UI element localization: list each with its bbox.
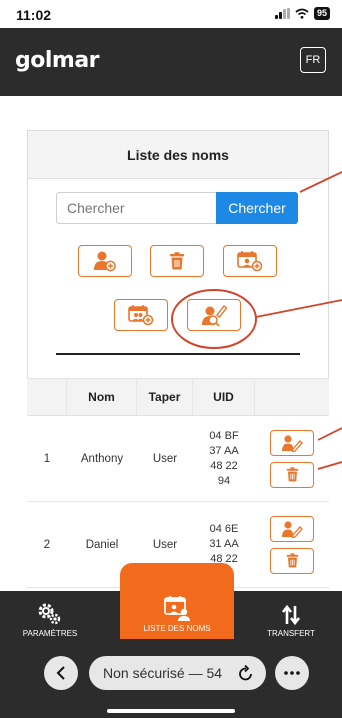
wifi-icon (295, 8, 309, 19)
reload-icon[interactable] (238, 664, 254, 682)
golmar-logo: golmar (15, 48, 100, 73)
col-header-type: Taper (137, 379, 193, 415)
col-header-name: Nom (67, 379, 137, 415)
edit-user-icon (282, 434, 303, 452)
row-name: Daniel (85, 538, 119, 551)
nav-label: PARAMÈTRES (22, 629, 78, 638)
battery-icon: 95 (313, 7, 330, 20)
edit-user-button[interactable] (270, 515, 314, 542)
more-dots-icon (284, 671, 300, 675)
delete-user-button[interactable] (270, 461, 314, 488)
status-icons: 95 (274, 7, 330, 20)
uid-line: 31 AA (209, 538, 239, 550)
row-actions (255, 515, 329, 574)
nav-label: TRANSFERT (267, 629, 315, 638)
row-name: Anthony (80, 452, 124, 465)
row-uid: 04 6E 31 AA 48 22 (193, 522, 255, 567)
edit-user-icon (282, 520, 303, 538)
status-time: 11:02 (16, 7, 52, 23)
chevron-left-icon (56, 666, 65, 680)
table-row: 1 Anthony User 04 BF 37 AA 48 22 94 (27, 416, 329, 502)
language-button[interactable]: FR (300, 47, 326, 73)
search-input[interactable] (56, 192, 216, 224)
col-header-index (27, 379, 67, 415)
row-actions (255, 429, 329, 488)
search-button[interactable]: Chercher (216, 192, 298, 224)
trash-icon (170, 252, 184, 270)
trash-icon (286, 553, 298, 568)
calendar-users-icon (164, 596, 190, 621)
card-title: Liste des noms (28, 131, 328, 179)
browser-bar: Non sécurisé — 54 (0, 645, 342, 695)
delete-user-button[interactable] (270, 547, 314, 574)
names-list-card: Liste des noms Chercher (27, 130, 329, 410)
add-schedule-button[interactable] (223, 245, 277, 277)
user-search-edit-icon (202, 305, 228, 327)
add-schedule-group-button[interactable] (114, 299, 168, 331)
app-header: golmar FR (0, 28, 342, 96)
uid-line: 48 22 (210, 459, 238, 472)
row-index: 2 (43, 538, 51, 551)
calendar-add-icon (237, 251, 263, 272)
uid-line: 04 BF (209, 429, 239, 442)
uid-line: 94 (217, 474, 231, 487)
search-row: Chercher (56, 192, 298, 224)
url-bar[interactable]: Non sécurisé — 54 (89, 656, 266, 690)
edit-user-button[interactable] (270, 429, 314, 456)
row-uid: 04 BF 37 AA 48 22 94 (193, 429, 255, 489)
uid-line: 04 6E (209, 523, 239, 535)
add-user-button[interactable] (78, 245, 132, 277)
url-security-text: Non sécurisé — (103, 665, 207, 681)
gears-icon (38, 603, 61, 625)
card-divider (56, 353, 300, 355)
back-button[interactable] (44, 656, 78, 690)
home-indicator (107, 709, 235, 713)
nav-settings[interactable]: PARAMÈTRES (10, 588, 90, 638)
url-text: Non sécurisé — 54 (103, 665, 241, 681)
status-bar: 11:02 95 (0, 0, 342, 28)
nav-transfer[interactable]: TRANSFERT (256, 588, 326, 638)
calendar-group-add-icon (128, 305, 154, 326)
signal-icon (274, 8, 290, 19)
names-table: Nom Taper UID 1 Anthony User 04 BF 37 AA… (27, 378, 329, 588)
add-user-icon (94, 251, 116, 272)
col-header-actions (255, 379, 329, 415)
transfer-arrows-icon (281, 604, 301, 626)
uid-line: 37 AA (209, 444, 239, 457)
nav-names-list[interactable]: LISTE DES NOMS (120, 563, 234, 639)
row-index: 1 (43, 452, 51, 465)
nav-label: LISTE DES NOMS (143, 624, 211, 633)
search-user-button[interactable] (187, 299, 241, 331)
table-header-row: Nom Taper UID (27, 378, 329, 416)
delete-all-button[interactable] (150, 245, 204, 277)
trash-icon (286, 467, 298, 482)
row-type: User (152, 452, 178, 465)
col-header-uid: UID (193, 379, 255, 415)
row-type: User (152, 538, 178, 551)
more-button[interactable] (275, 656, 309, 690)
url-suffix: 54 (206, 665, 223, 681)
